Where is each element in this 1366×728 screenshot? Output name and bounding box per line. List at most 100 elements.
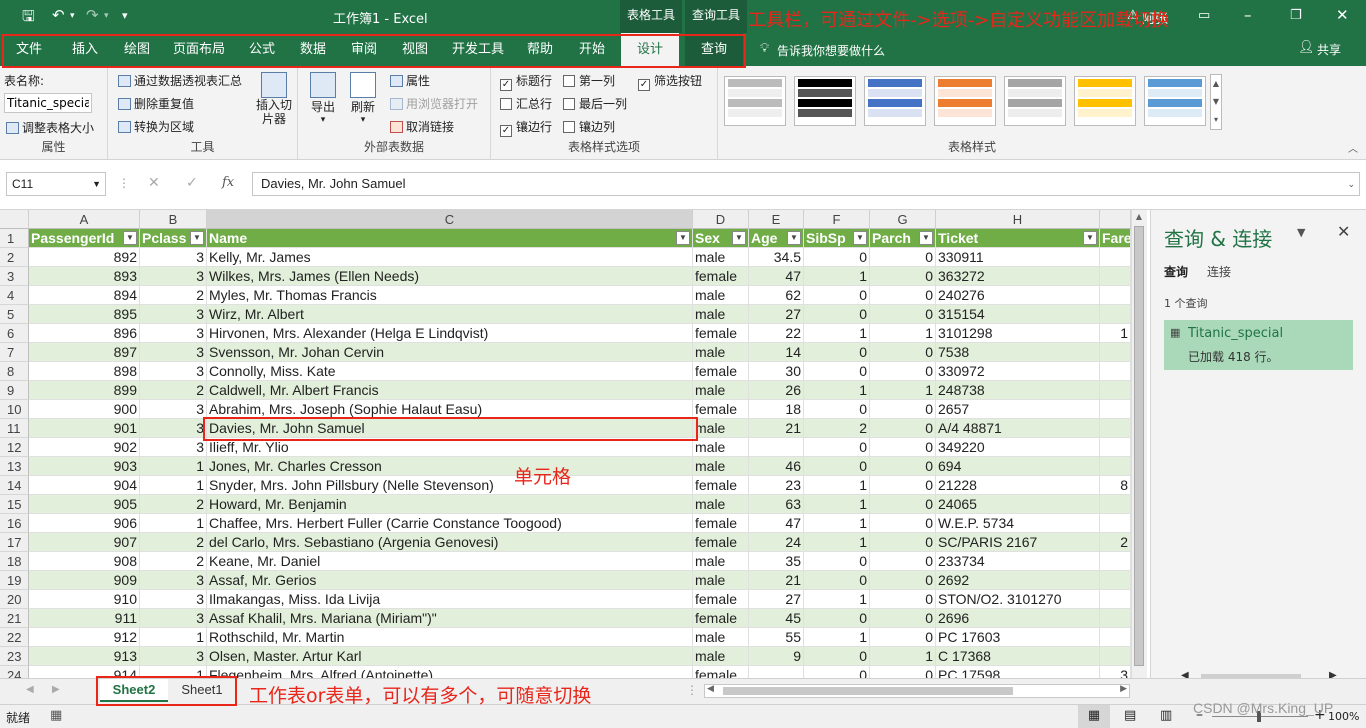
tell-me-search[interactable]: 告诉我你想要做什么 — [777, 42, 885, 59]
filter-dropdown-icon[interactable]: ▼ — [676, 231, 690, 245]
total-row-checkbox[interactable]: 汇总行 — [500, 95, 552, 112]
cell[interactable]: 900 — [29, 400, 140, 419]
cell[interactable]: male — [693, 647, 749, 666]
cell[interactable]: 3 — [140, 647, 207, 666]
table-header-cell[interactable]: Name ▼ — [207, 229, 693, 248]
cell[interactable]: 21228 — [936, 476, 1100, 495]
cell[interactable]: 2 — [140, 495, 207, 514]
cell[interactable]: 0 — [870, 419, 936, 438]
cell[interactable]: 912 — [29, 628, 140, 647]
cell[interactable] — [1100, 628, 1131, 647]
cell[interactable]: 0 — [870, 476, 936, 495]
pane-options-icon[interactable]: ▼ — [1297, 226, 1305, 239]
cell[interactable]: 3 — [140, 590, 207, 609]
cell[interactable] — [1100, 343, 1131, 362]
cell[interactable]: 3 — [140, 571, 207, 590]
cell[interactable]: female — [693, 533, 749, 552]
row-header[interactable]: 9 — [0, 381, 29, 400]
table-header-cell[interactable]: Ticket ▼ — [936, 229, 1100, 248]
row-header[interactable]: 1 — [0, 229, 29, 248]
scroll-up-icon[interactable]: ▲ — [1133, 212, 1145, 221]
cell[interactable]: 2 — [140, 381, 207, 400]
cell[interactable]: 3 — [140, 343, 207, 362]
cell[interactable]: 2 — [804, 419, 870, 438]
cell[interactable] — [749, 666, 804, 678]
styles-scroll[interactable]: ▲ ▼ ▾ — [1210, 74, 1222, 130]
cell[interactable]: female — [693, 400, 749, 419]
cell[interactable]: 1 — [140, 514, 207, 533]
cell[interactable]: 0 — [870, 286, 936, 305]
cell[interactable]: 1 — [804, 514, 870, 533]
table-header-cell[interactable]: Fare — [1100, 229, 1131, 248]
pane-close-icon[interactable]: ✕ — [1337, 222, 1350, 241]
cell[interactable]: 0 — [804, 647, 870, 666]
row-header[interactable]: 7 — [0, 343, 29, 362]
filter-dropdown-icon[interactable]: ▼ — [787, 231, 801, 245]
cell[interactable]: 0 — [804, 571, 870, 590]
cell[interactable]: 1 — [1100, 324, 1131, 343]
cell[interactable]: Wilkes, Mrs. James (Ellen Needs) — [207, 267, 693, 286]
cell[interactable]: 899 — [29, 381, 140, 400]
banded-columns-checkbox[interactable]: 镶边列 — [563, 118, 615, 135]
cell[interactable]: Snyder, Mrs. John Pillsbury (Nelle Steve… — [207, 476, 693, 495]
cell[interactable]: 0 — [870, 248, 936, 267]
row-header[interactable]: 6 — [0, 324, 29, 343]
zoom-slider[interactable] — [1212, 711, 1308, 722]
cell[interactable]: Hirvonen, Mrs. Alexander (Helga E Lindqv… — [207, 324, 693, 343]
vertical-scrollbar[interactable]: ▲ — [1131, 210, 1147, 678]
cell[interactable]: 233734 — [936, 552, 1100, 571]
cell[interactable]: 2657 — [936, 400, 1100, 419]
header-row-checkbox[interactable]: ✓ 标题行 — [500, 72, 552, 91]
cell[interactable]: 894 — [29, 286, 140, 305]
cell[interactable]: 240276 — [936, 286, 1100, 305]
cell[interactable]: male — [693, 628, 749, 647]
cell[interactable]: Olsen, Master. Artur Karl — [207, 647, 693, 666]
cell[interactable]: female — [693, 476, 749, 495]
cell[interactable] — [1100, 267, 1131, 286]
cell[interactable] — [749, 438, 804, 457]
hscroll-right-icon[interactable]: ▶ — [1120, 684, 1127, 694]
cell[interactable]: 0 — [804, 457, 870, 476]
cell[interactable]: 0 — [804, 438, 870, 457]
cell[interactable]: 34.5 — [749, 248, 804, 267]
cell[interactable]: Assaf Khalil, Mrs. Mariana (Miriam")" — [207, 609, 693, 628]
remove-duplicates-button[interactable]: 删除重复值 — [118, 95, 194, 112]
table-style-swatch[interactable] — [794, 76, 856, 126]
cell[interactable]: 55 — [749, 628, 804, 647]
page-layout-view-icon[interactable]: ▤ — [1124, 708, 1136, 723]
cell[interactable]: 0 — [870, 609, 936, 628]
cell[interactable]: 0 — [804, 609, 870, 628]
table-header-cell[interactable]: SibSp ▼ — [804, 229, 870, 248]
cell[interactable]: female — [693, 514, 749, 533]
cell[interactable]: Assaf, Mr. Gerios — [207, 571, 693, 590]
cell[interactable]: 2692 — [936, 571, 1100, 590]
cell[interactable]: 1 — [804, 533, 870, 552]
cell[interactable]: 3 — [140, 419, 207, 438]
cell[interactable]: 903 — [29, 457, 140, 476]
cell[interactable] — [1100, 457, 1131, 476]
cell[interactable]: 0 — [870, 628, 936, 647]
cell[interactable]: 0 — [870, 267, 936, 286]
cell[interactable]: 1 — [804, 590, 870, 609]
cell[interactable]: 45 — [749, 609, 804, 628]
cell[interactable]: 904 — [29, 476, 140, 495]
cell[interactable]: 9 — [749, 647, 804, 666]
cell[interactable]: 26 — [749, 381, 804, 400]
cell[interactable]: 2 — [140, 533, 207, 552]
cell[interactable]: 905 — [29, 495, 140, 514]
cell[interactable] — [1100, 647, 1131, 666]
formula-input[interactable]: Davies, Mr. John Samuel ⌄ — [252, 172, 1360, 196]
row-header[interactable]: 2 — [0, 248, 29, 267]
cell[interactable]: 35 — [749, 552, 804, 571]
cell[interactable]: 23 — [749, 476, 804, 495]
ribbon-display-icon[interactable]: ▭ — [1198, 8, 1210, 23]
filter-dropdown-icon[interactable]: ▼ — [853, 231, 867, 245]
restore-icon[interactable]: ❐ — [1290, 8, 1302, 23]
cell[interactable]: Rothschild, Mr. Martin — [207, 628, 693, 647]
column-header[interactable]: G — [870, 210, 936, 229]
cell[interactable]: PC 17598 — [936, 666, 1100, 678]
close-icon[interactable]: ✕ — [1336, 6, 1349, 24]
row-header[interactable]: 17 — [0, 533, 29, 552]
cell[interactable] — [1100, 400, 1131, 419]
table-name-input[interactable] — [4, 93, 92, 113]
